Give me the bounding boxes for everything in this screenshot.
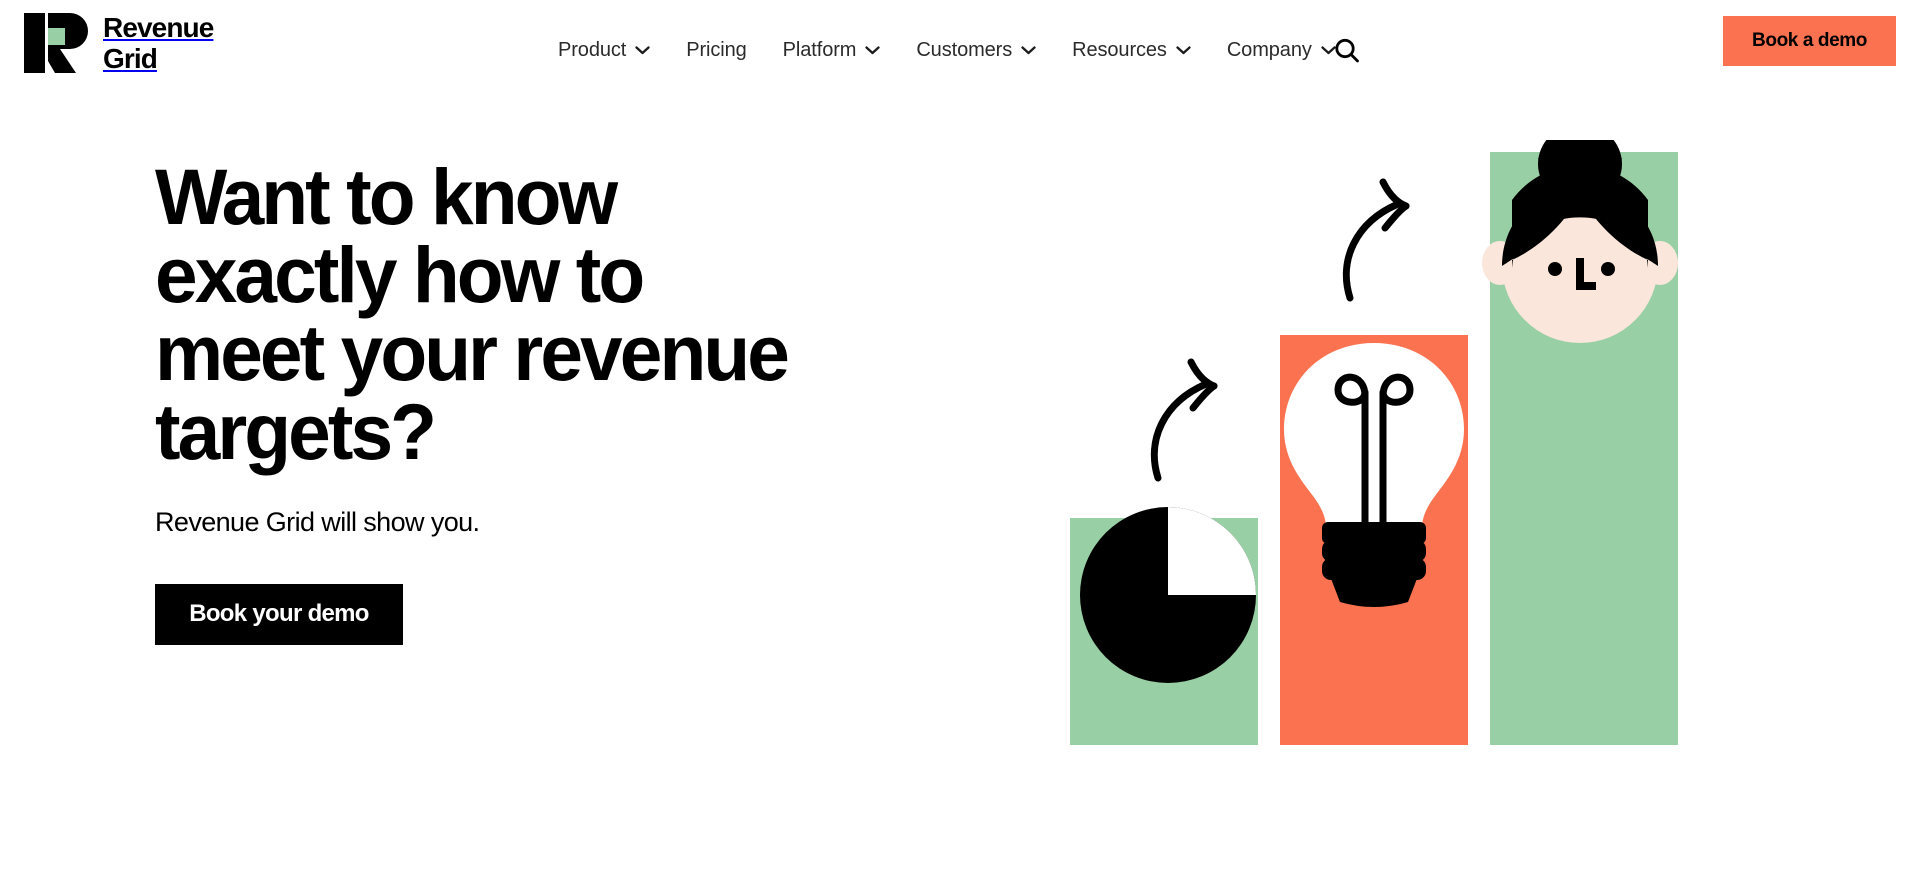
headline-line-3: meet your revenue: [155, 308, 790, 398]
nav-item-platform[interactable]: Platform: [765, 24, 899, 76]
logo-word-line1: Revenue: [103, 11, 214, 43]
book-a-demo-label: Book a demo: [1752, 30, 1867, 51]
chevron-down-icon: [865, 45, 880, 55]
page-title: Want to know exactly how to meet your re…: [155, 157, 931, 471]
hero-illustration: [1060, 140, 1700, 760]
search-button[interactable]: [1325, 30, 1369, 74]
lightbulb-bar: [1280, 335, 1468, 745]
headline-line-1: Want to know: [155, 152, 618, 241]
book-a-demo-button[interactable]: Book a demo: [1723, 16, 1896, 66]
logo-word-line2: Grid: [103, 42, 158, 74]
site-header: Revenue Grid Product Pricing Platform Cu…: [0, 0, 1920, 100]
nav-item-pricing[interactable]: Pricing: [668, 24, 764, 76]
nav-item-label: Resources: [1072, 38, 1167, 61]
book-your-demo-button[interactable]: Book your demo: [155, 583, 403, 645]
hero-section: Want to know exactly how to meet your re…: [155, 157, 955, 645]
book-your-demo-label: Book your demo: [189, 600, 369, 628]
person-bar: [1482, 140, 1678, 745]
nav-item-product[interactable]: Product: [540, 24, 668, 76]
chevron-down-icon: [1176, 45, 1191, 55]
logo[interactable]: Revenue Grid: [24, 11, 214, 74]
curved-arrow-icon-2: [1342, 178, 1410, 302]
nav-item-label: Company: [1226, 38, 1312, 61]
nav-item-label: Platform: [782, 38, 857, 61]
nav-item-label: Pricing: [686, 38, 747, 61]
nav-item-resources[interactable]: Resources: [1054, 24, 1209, 76]
chevron-down-icon: [635, 45, 650, 55]
pie-chart-bar: [1070, 507, 1258, 745]
nav-item-label: Customers: [916, 38, 1013, 61]
hero-subtitle: Revenue Grid will show you.: [155, 506, 480, 537]
logo-wordmark: Revenue Grid: [103, 11, 214, 74]
nav-item-customers[interactable]: Customers: [898, 24, 1054, 76]
chevron-down-icon: [1021, 45, 1036, 55]
search-icon: [1332, 36, 1362, 69]
revenue-grid-logo-mark-icon: [24, 13, 90, 73]
primary-nav: Product Pricing Platform Customers Resou…: [540, 0, 1354, 100]
nav-item-label: Product: [558, 38, 627, 61]
curved-arrow-icon-1: [1150, 358, 1218, 482]
hero-page: Revenue Grid Product Pricing Platform Cu…: [0, 0, 1920, 873]
headline-line-4: targets?: [155, 386, 437, 476]
headline-line-2: exactly how to: [155, 230, 645, 320]
